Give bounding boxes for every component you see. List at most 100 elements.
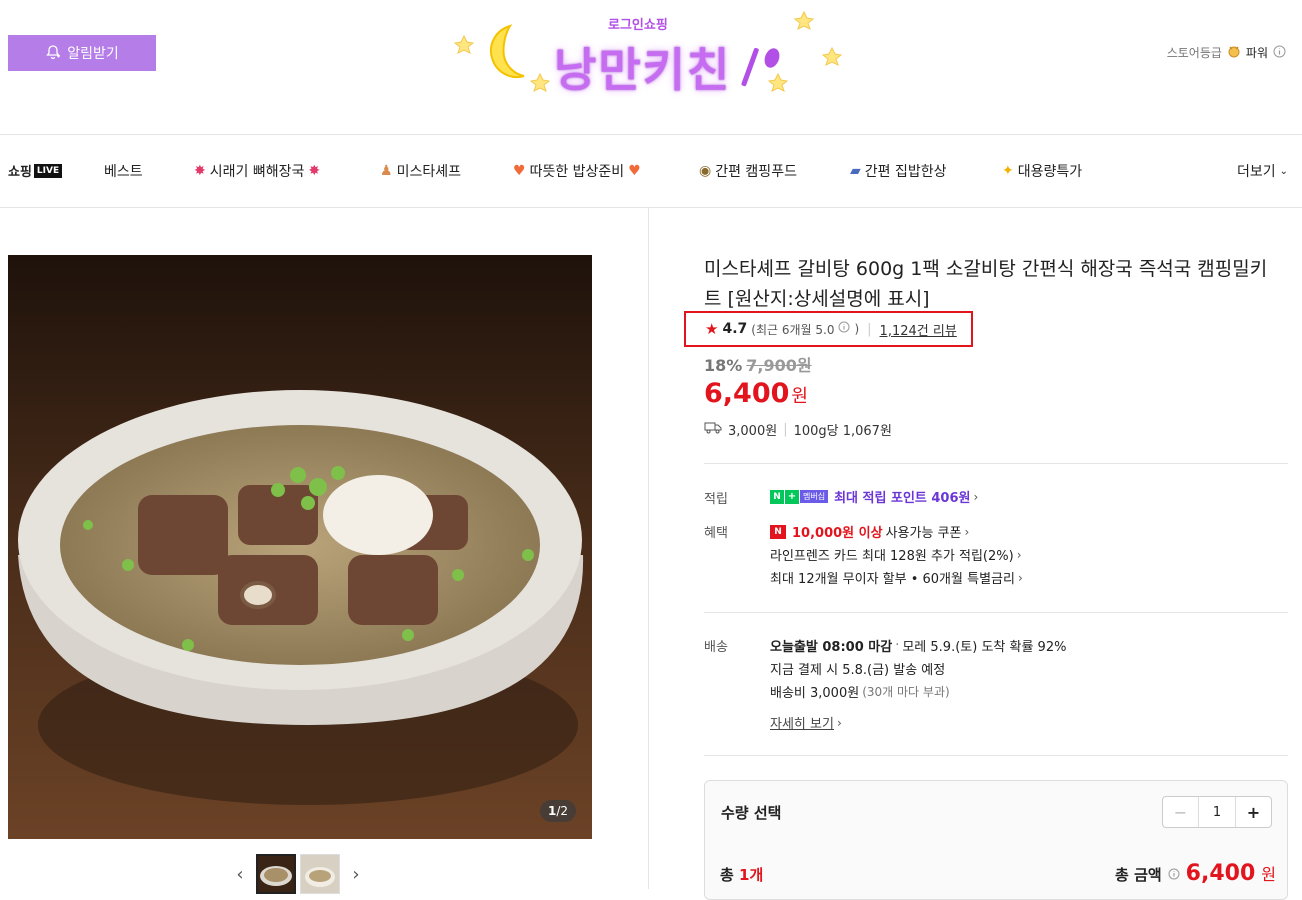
benefit-label: 혜택	[704, 526, 728, 541]
chevron-down-icon: ⌄	[1279, 165, 1288, 177]
info-icon[interactable]	[1273, 45, 1286, 61]
card-benefit-row[interactable]: 라인프렌즈 카드 최대 128원 추가 적립(2%) ›	[770, 545, 1022, 565]
chevron-right-icon[interactable]: ›	[344, 864, 368, 885]
delivery-label: 배송	[704, 640, 728, 655]
shopping-live-link[interactable]: 쇼핑 LIVE	[8, 161, 63, 180]
naver-membership-badge: N + 멤버십	[770, 489, 829, 504]
heart-icon: ♥	[513, 163, 526, 179]
info-icon[interactable]	[1168, 866, 1180, 884]
section-divider	[704, 755, 1288, 756]
category-nav: 쇼핑 LIVE 베스트 ✸ 시래기 뼈해장국 ✸ ♟ 미스타셰프 ♥ 따뜻한 밥…	[0, 135, 1302, 208]
nav-item-bulk-deal[interactable]: ✦ 대용량특가	[1002, 161, 1082, 181]
sale-price-unit: 원	[791, 386, 808, 407]
compass-icon: ◉	[699, 163, 712, 179]
delivery-fee: 배송비 3,000원	[770, 686, 860, 701]
chef-icon: ♟	[380, 163, 393, 179]
image-counter: 1 /2	[540, 800, 576, 822]
points-row[interactable]: N + 멤버십 최대 적립 포인트 406원 ›	[770, 487, 978, 506]
logo-text: 낭만키친	[554, 43, 732, 97]
bell-plus-icon	[45, 44, 61, 63]
nav-item-mistachef[interactable]: ♟ 미스타셰프	[380, 161, 461, 181]
nav-item-label: 따뜻한 밥상준비	[529, 164, 625, 180]
quantity-increase-button[interactable]: +	[1235, 797, 1271, 827]
star-icon: ★	[705, 320, 719, 338]
store-grade[interactable]: 스토어등급 파워	[1167, 44, 1286, 61]
nav-more-label: 더보기	[1236, 164, 1276, 180]
rating-separator: |	[867, 321, 872, 337]
notify-label: 알림받기	[67, 45, 119, 61]
plus-icon: +	[785, 489, 799, 504]
shipping-separator: |	[783, 422, 788, 437]
naver-n-icon: N	[770, 524, 786, 539]
nav-item-warm-table[interactable]: ♥ 따뜻한 밥상준비 ♥	[513, 161, 641, 181]
store-logo[interactable]: 로그인쇼핑 낭만키친	[448, 8, 848, 108]
chevron-left-icon[interactable]: ‹	[228, 864, 252, 885]
rating-score: 4.7	[722, 321, 748, 337]
total-count-value: 1개	[739, 866, 764, 884]
total-count: 총 1개	[720, 864, 763, 885]
product-main-image[interactable]	[8, 255, 592, 839]
thumbnail-2[interactable]	[300, 854, 340, 894]
total-amount-label: 총 금액	[1115, 866, 1162, 884]
total-amount-value: 6,400	[1185, 861, 1256, 886]
nav-item-label: 미스타셰프	[396, 164, 461, 180]
recent-rating-close: )	[854, 322, 860, 336]
delivery-detail-label: 자세히 보기	[770, 717, 834, 732]
original-price: 7,900원	[746, 356, 812, 375]
nav-item-label: 베스트	[104, 164, 143, 180]
quantity-stepper: − 1 +	[1162, 796, 1272, 828]
naver-n-icon: N	[770, 489, 784, 504]
quantity-decrease-button[interactable]: −	[1163, 797, 1199, 827]
notify-button[interactable]: 알림받기	[8, 35, 156, 71]
delivery-cutoff-row: 오늘출발 08:00 마감 · 모레 5.9.(토) 도착 확률 92%	[770, 636, 1066, 655]
store-grade-value: 파워	[1245, 46, 1268, 60]
delivery-dot: ·	[895, 638, 900, 653]
nav-item-camping-food[interactable]: ◉ 간편 캠핑푸드	[699, 161, 797, 181]
nav-item-label: 시래기 뼈해장국	[209, 164, 305, 180]
delivery-fee-row: 배송비 3,000원 (30개 마다 부과)	[770, 682, 950, 701]
installment-text: 최대 12개월 무이자 할부 • 60개월 특별금리	[770, 572, 1015, 587]
info-icon[interactable]	[838, 321, 850, 337]
total-row: 총 1개 총 금액 6,400 원	[720, 861, 1276, 886]
total-count-prefix: 총	[720, 866, 740, 884]
section-divider	[704, 463, 1288, 464]
books-icon: ▰	[850, 163, 861, 179]
delivery-detail-link[interactable]: 자세히 보기 ›	[770, 713, 842, 733]
chevron-right-icon: ›	[1017, 570, 1023, 585]
recent-rating: (최근 6개월 5.0	[751, 322, 835, 337]
unit-price: 100g당 1,067원	[793, 424, 892, 439]
nav-item-label: 간편 집밥한상	[864, 164, 947, 180]
nav-item-best[interactable]: 베스트	[104, 161, 143, 181]
total-amount: 총 금액 6,400 원	[1115, 861, 1276, 886]
review-count-link[interactable]: 1,124건 리뷰	[880, 320, 957, 339]
membership-tag: 멤버십	[800, 490, 829, 503]
chevron-right-icon: ›	[964, 524, 970, 539]
quantity-value[interactable]: 1	[1199, 797, 1235, 827]
nav-item-siraegi[interactable]: ✸ 시래기 뼈해장국 ✸	[194, 161, 320, 181]
section-divider	[704, 612, 1288, 613]
chevron-right-icon: ›	[973, 489, 979, 504]
installment-row[interactable]: 최대 12개월 무이자 할부 • 60개월 특별금리 ›	[770, 568, 1023, 588]
shipping-summary: 3,000원 | 100g당 1,067원	[704, 420, 892, 439]
shopping-live-label: 쇼핑	[8, 165, 32, 180]
burst-icon: ✸	[194, 163, 206, 179]
coupon-row[interactable]: N 10,000원 이상 사용가능 쿠폰 ›	[770, 522, 969, 541]
store-grade-label: 스토어등급	[1166, 46, 1222, 60]
nav-item-label: 간편 캠핑푸드	[715, 164, 797, 180]
shipping-fee: 3,000원	[728, 424, 778, 439]
points-text: 최대 적립 포인트 406원	[834, 491, 971, 506]
delivery-cutoff: 오늘출발 08:00 마감	[770, 640, 893, 655]
dispatch-text: 지금 결제 시 5.8.(금) 발송 예정	[770, 663, 946, 678]
quantity-label: 수량 선택	[721, 804, 782, 822]
column-divider	[648, 208, 649, 889]
nav-item-home-meal[interactable]: ▰ 간편 집밥한상	[850, 161, 947, 181]
coupon-text: 사용가능 쿠폰	[885, 526, 962, 541]
image-counter-total: /2	[556, 804, 569, 818]
heart-icon: ♥	[628, 163, 641, 179]
nav-more-button[interactable]: 더보기 ⌄	[1237, 161, 1288, 181]
coupon-highlight: 10,000원 이상	[792, 526, 883, 541]
thumbnail-strip: ‹ ›	[228, 854, 368, 894]
logo-subtitle: 로그인쇼핑	[608, 18, 668, 33]
live-tag: LIVE	[33, 163, 63, 178]
thumbnail-1[interactable]	[256, 854, 296, 894]
